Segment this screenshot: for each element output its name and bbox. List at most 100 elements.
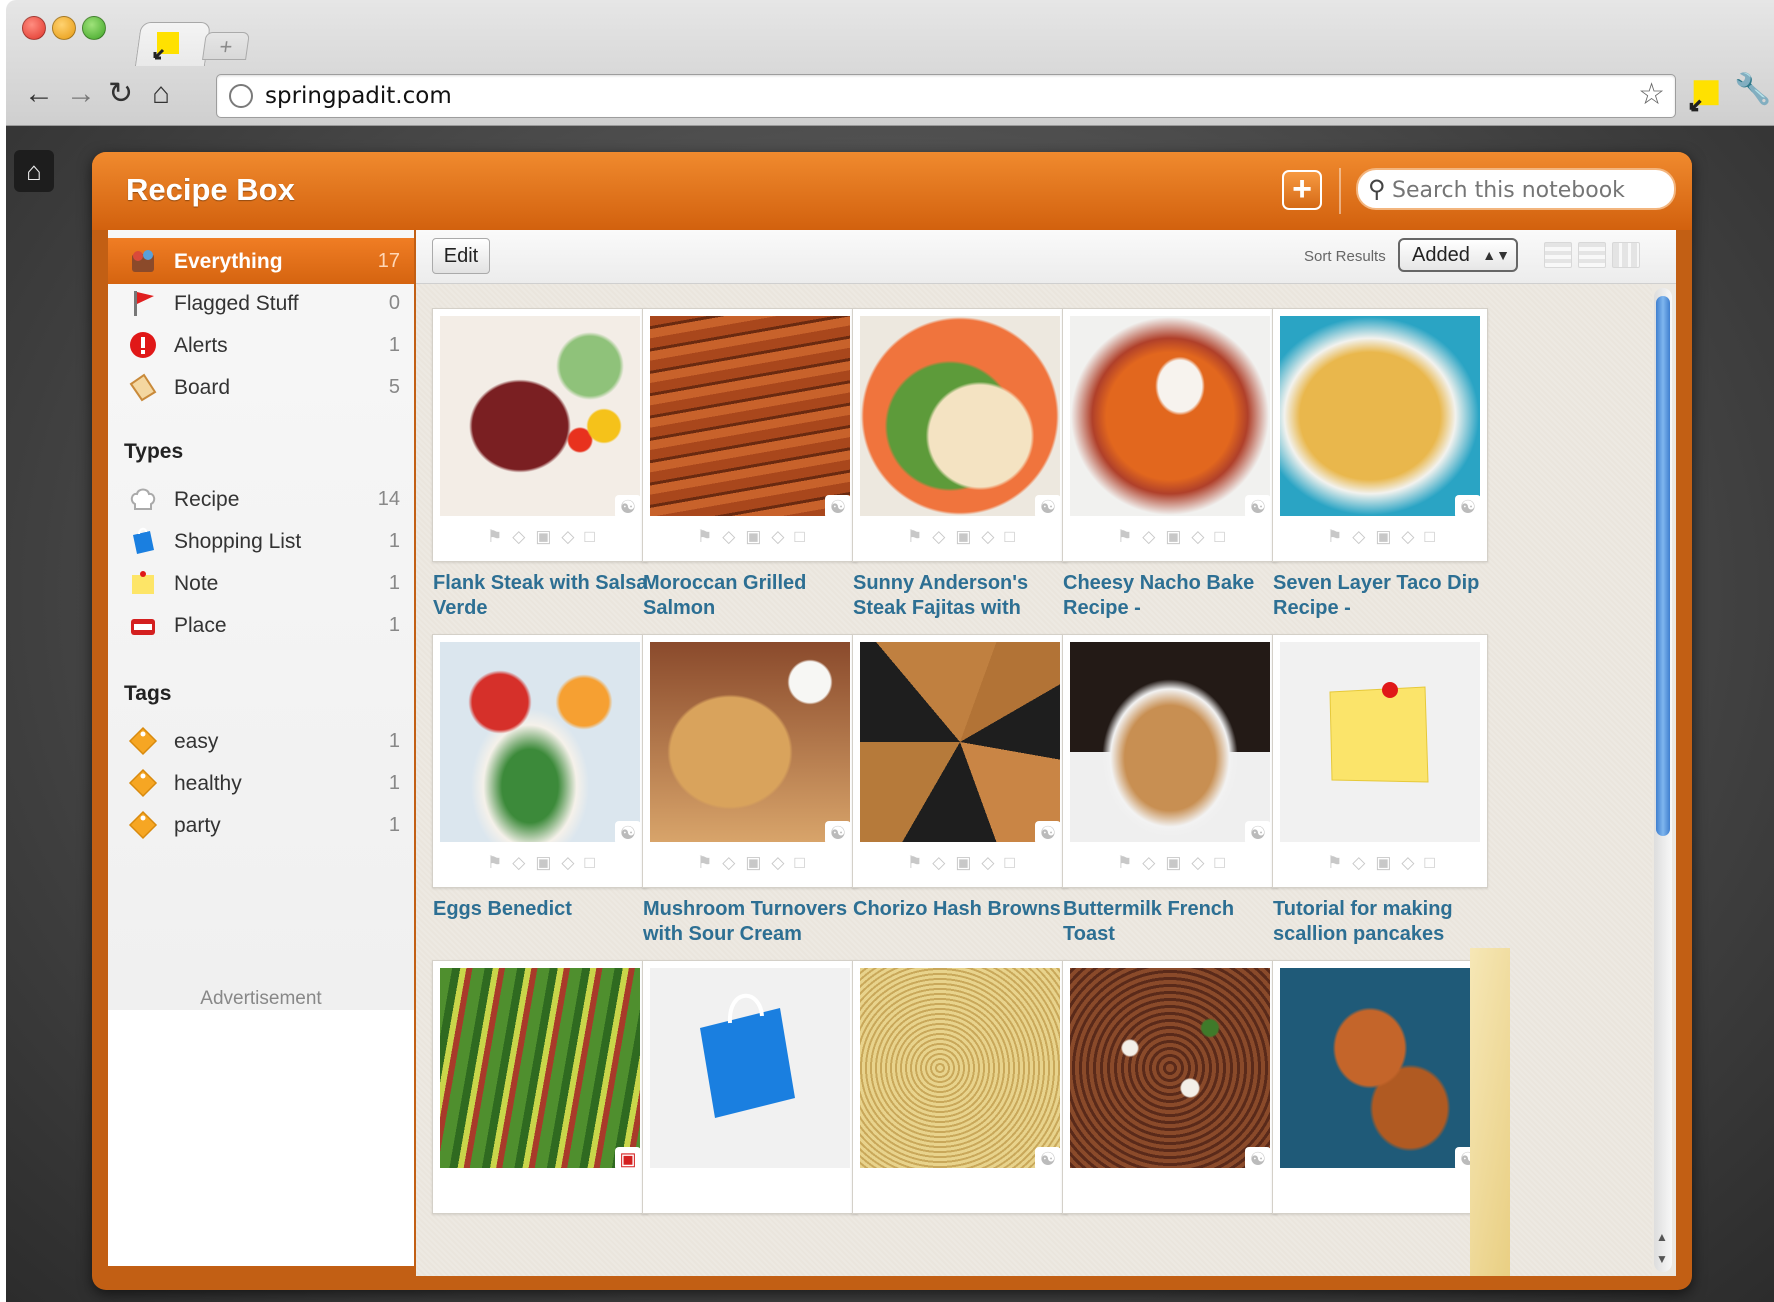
tag-icon[interactable]: ◇ [981,527,994,551]
flag-icon[interactable]: ⚑ [487,853,502,877]
lock-icon[interactable]: ◇ [1352,853,1365,877]
grid-view-icon[interactable] [1612,242,1640,268]
scroll-up-arrow-icon[interactable]: ▲ [1656,1230,1668,1244]
lock-icon[interactable]: ◇ [1142,527,1155,551]
lock-icon[interactable]: ◇ [512,527,525,551]
flag-icon[interactable]: ⚑ [907,853,922,877]
flag-icon[interactable]: ⚑ [487,527,502,551]
lock-icon[interactable]: ◇ [722,853,735,877]
recipe-card[interactable]: ☯ [1062,960,1278,1214]
flag-icon[interactable]: ⚑ [1117,527,1132,551]
sidebar-item-recipe[interactable]: Recipe 14 [108,476,414,522]
recipe-title[interactable]: Seven Layer Taco Dip Recipe - [1273,571,1499,621]
recipe-title[interactable]: Buttermilk French Toast [1063,897,1289,947]
trash-icon[interactable]: □ [794,527,804,551]
home-icon[interactable]: ⌂ [152,74,170,114]
lock-icon[interactable]: ◇ [1352,527,1365,551]
recipe-card[interactable]: ☯ ⚑ ◇ ▣ ◇ □ Cheesy Nacho Bake Recipe - [1062,308,1278,619]
recipe-title[interactable]: Cheesy Nacho Bake Recipe - [1063,571,1289,621]
home-icon[interactable]: ⌂ [14,150,54,192]
recipe-card[interactable]: ☯ ⚑ ◇ ▣ ◇ □ Moroccan Grilled Salmon [642,308,858,619]
edit-button[interactable]: Edit [432,238,490,274]
comment-icon[interactable]: ▣ [535,527,551,551]
tag-icon[interactable]: ◇ [771,853,784,877]
address-bar[interactable]: springpadit.com ☆ [216,74,1676,118]
sidebar-item-note[interactable]: Note 1 [108,560,414,606]
trash-icon[interactable]: □ [794,853,804,877]
close-window-button[interactable] [22,16,46,40]
trash-icon[interactable]: □ [584,853,594,877]
comment-icon[interactable]: ▣ [1165,527,1181,551]
comment-icon[interactable]: ▣ [745,527,761,551]
flag-icon[interactable]: ⚑ [907,527,922,551]
recipe-title[interactable]: Moroccan Grilled Salmon [643,571,869,621]
tag-icon[interactable]: ◇ [1401,853,1414,877]
detail-view-icon[interactable] [1578,242,1606,268]
sidebar-item-shopping-list[interactable]: Shopping List 1 [108,518,414,564]
recipe-card[interactable]: ☯ ⚑ ◇ ▣ ◇ □ Buttermilk French Toast [1062,634,1278,945]
recipe-card[interactable]: ☯ [1272,960,1488,1214]
list-view-icon[interactable] [1544,242,1572,268]
flag-icon[interactable]: ⚑ [697,527,712,551]
sidebar-item-tag-easy[interactable]: easy 1 [108,718,414,764]
place-card[interactable]: ▣ [432,960,648,1214]
recipe-card[interactable]: ☯ [852,960,1068,1214]
sidebar-item-everything[interactable]: Everything 17 [108,238,414,284]
note-card[interactable]: ⚑ ◇ ▣ ◇ □ Tutorial for making scallion panca… [1272,634,1488,945]
sort-select[interactable]: Added ▲▼ [1398,238,1518,272]
lock-icon[interactable]: ◇ [512,853,525,877]
comment-icon[interactable]: ▣ [535,853,551,877]
trash-icon[interactable]: □ [1004,527,1014,551]
flag-icon[interactable]: ⚑ [1327,853,1342,877]
sidebar-item-place[interactable]: Place 1 [108,602,414,648]
recipe-card[interactable]: ☯ ⚑ ◇ ▣ ◇ □ Chorizo Hash Browns [852,634,1068,920]
tag-icon[interactable]: ◇ [1191,527,1204,551]
scrollbar-thumb[interactable] [1656,296,1670,836]
trash-icon[interactable]: □ [1214,527,1224,551]
shopping-list-card[interactable] [642,960,858,1214]
sidebar-item-tag-healthy[interactable]: healthy 1 [108,760,414,806]
tag-icon[interactable]: ◇ [1191,853,1204,877]
lock-icon[interactable]: ◇ [1142,853,1155,877]
recipe-title[interactable]: Flank Steak with Salsa Verde [433,571,659,621]
flag-icon[interactable]: ⚑ [1117,853,1132,877]
minimize-window-button[interactable] [52,16,76,40]
sidebar-item-alerts[interactable]: Alerts 1 [108,322,414,368]
recipe-card[interactable]: ☯ ⚑ ◇ ▣ ◇ □ Sunny Anderson's Steak Fajitas w… [852,308,1068,619]
search-box[interactable]: ⚲ [1356,168,1676,210]
recipe-title[interactable]: Chorizo Hash Browns [853,897,1079,922]
recipe-card[interactable]: ☯ ⚑ ◇ ▣ ◇ □ Seven Layer Taco Dip Recipe - [1272,308,1488,619]
reload-icon[interactable]: ↻ [108,74,133,114]
recipe-card[interactable]: ☯ ⚑ ◇ ▣ ◇ □ Mushroom Turnovers with Sour Cre… [642,634,858,945]
recipe-title[interactable]: Sunny Anderson's Steak Fajitas with [853,571,1079,621]
trash-icon[interactable]: □ [584,527,594,551]
springpad-extension-icon[interactable] [1688,78,1722,112]
sidebar-item-flagged[interactable]: Flagged Stuff 0 [108,280,414,326]
flag-icon[interactable]: ⚑ [1327,527,1342,551]
lock-icon[interactable]: ◇ [932,853,945,877]
trash-icon[interactable]: □ [1424,853,1434,877]
add-button[interactable]: + [1282,170,1322,210]
tag-icon[interactable]: ◇ [1401,527,1414,551]
wrench-icon[interactable]: 🔧 [1734,72,1771,107]
note-title[interactable]: Tutorial for making scallion pancakes [1273,897,1499,947]
sidebar-item-board[interactable]: Board 5 [108,364,414,410]
comment-icon[interactable]: ▣ [745,853,761,877]
trash-icon[interactable]: □ [1214,853,1224,877]
trash-icon[interactable]: □ [1424,527,1434,551]
recipe-title[interactable]: Eggs Benedict [433,897,659,922]
tag-icon[interactable]: ◇ [771,527,784,551]
search-input[interactable] [1392,176,1662,204]
back-arrow-icon[interactable]: ← [24,74,54,114]
trash-icon[interactable]: □ [1004,853,1014,877]
comment-icon[interactable]: ▣ [1165,853,1181,877]
lock-icon[interactable]: ◇ [932,527,945,551]
bookmark-star-icon[interactable]: ☆ [1638,77,1665,112]
tag-icon[interactable]: ◇ [561,527,574,551]
comment-icon[interactable]: ▣ [1375,527,1391,551]
recipe-card[interactable]: ☯ ⚑ ◇ ▣ ◇ □ Eggs Benedict [432,634,648,920]
comment-icon[interactable]: ▣ [1375,853,1391,877]
lock-icon[interactable]: ◇ [722,527,735,551]
recipe-title[interactable]: Mushroom Turnovers with Sour Cream [643,897,869,947]
tag-icon[interactable]: ◇ [561,853,574,877]
